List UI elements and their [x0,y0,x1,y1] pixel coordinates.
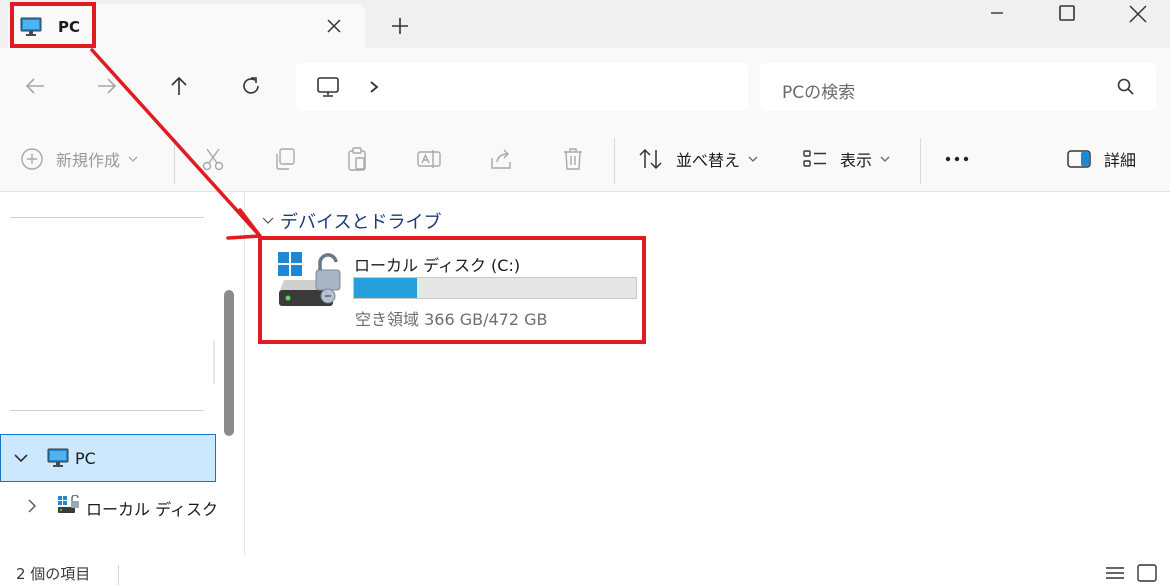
plus-circle-icon [21,148,43,170]
toolbar-separator [920,138,921,184]
paste-icon[interactable] [344,146,370,172]
status-separator [118,565,119,585]
sidebar-item-label: PC [75,449,96,468]
nav-divider [10,410,204,411]
sort-button[interactable]: 並べ替え [638,146,758,172]
plus-icon[interactable] [390,16,410,36]
chevron-down-icon [128,156,138,162]
sort-button-label: 並べ替え [676,151,741,170]
sidebar-item-local-disk[interactable]: ローカル ディスク (C:) [0,482,216,530]
navigation-bar: PCの検索 [0,48,1170,124]
annotation-box-drive [258,236,646,344]
chevron-right-icon[interactable] [24,498,40,514]
sidebar-item-label: ローカル ディスク (C:) [86,500,216,519]
rename-icon[interactable] [416,146,442,172]
monitor-icon [47,448,69,467]
copy-icon[interactable] [272,146,298,172]
share-icon[interactable] [488,146,514,172]
details-pane-label: 詳細 [1104,151,1137,170]
view-button[interactable]: 表示 [802,146,890,172]
chevron-right-icon[interactable] [368,80,380,94]
view-icon [803,150,826,167]
item-count: 2 個の項目 [16,565,91,583]
cut-icon[interactable] [200,146,226,172]
chevron-down-icon [262,217,274,224]
title-bar: PC [0,0,1170,50]
pane-divider[interactable] [244,193,245,555]
up-arrow-icon[interactable] [167,74,191,98]
forward-arrow-icon[interactable] [95,74,119,98]
address-bar[interactable] [296,63,748,111]
tile-view-icon[interactable] [1136,563,1158,583]
chevron-down-icon [748,156,758,162]
view-button-label: 表示 [840,151,873,170]
annotation-box-tab [10,2,96,48]
back-arrow-icon[interactable] [23,74,47,98]
search-input[interactable]: PCの検索 [782,78,855,103]
navigation-pane: PC ローカル ディスク (C:) [0,193,216,555]
chevron-down-icon[interactable] [13,450,29,466]
command-bar: 新規作成 並べ替え 表示 詳細 [0,124,1170,192]
list-view-icon[interactable] [1104,563,1126,583]
sidebar-item-pc[interactable]: PC [0,434,216,482]
chevron-down-icon [880,156,890,162]
group-header-label: デバイスとドライブ [280,212,442,233]
maximize-icon[interactable] [1055,4,1079,24]
group-header-devices[interactable]: デバイスとドライブ [262,208,441,234]
minimize-icon[interactable] [985,4,1009,24]
search-box[interactable]: PCの検索 [760,63,1156,111]
details-pane-icon [1067,150,1091,168]
navigation-scrollbar[interactable] [224,290,234,436]
trash-icon[interactable] [560,146,586,172]
status-bar: 2 個の項目 [0,555,1170,585]
new-button[interactable]: 新規作成 [20,146,138,172]
refresh-icon[interactable] [239,74,263,98]
sort-icon [639,148,662,170]
close-icon[interactable] [324,16,344,36]
search-icon[interactable] [1116,77,1136,97]
details-pane-button[interactable]: 詳細 [1066,146,1136,172]
more-icon[interactable] [944,146,970,172]
toolbar-separator [614,138,615,184]
new-button-label: 新規作成 [56,151,121,170]
close-window-icon[interactable] [1126,4,1150,24]
pc-monitor-icon [317,77,339,97]
windows-drive-icon [58,495,79,513]
toolbar-separator [174,138,175,184]
scroll-track [213,340,215,384]
nav-divider [10,217,204,218]
